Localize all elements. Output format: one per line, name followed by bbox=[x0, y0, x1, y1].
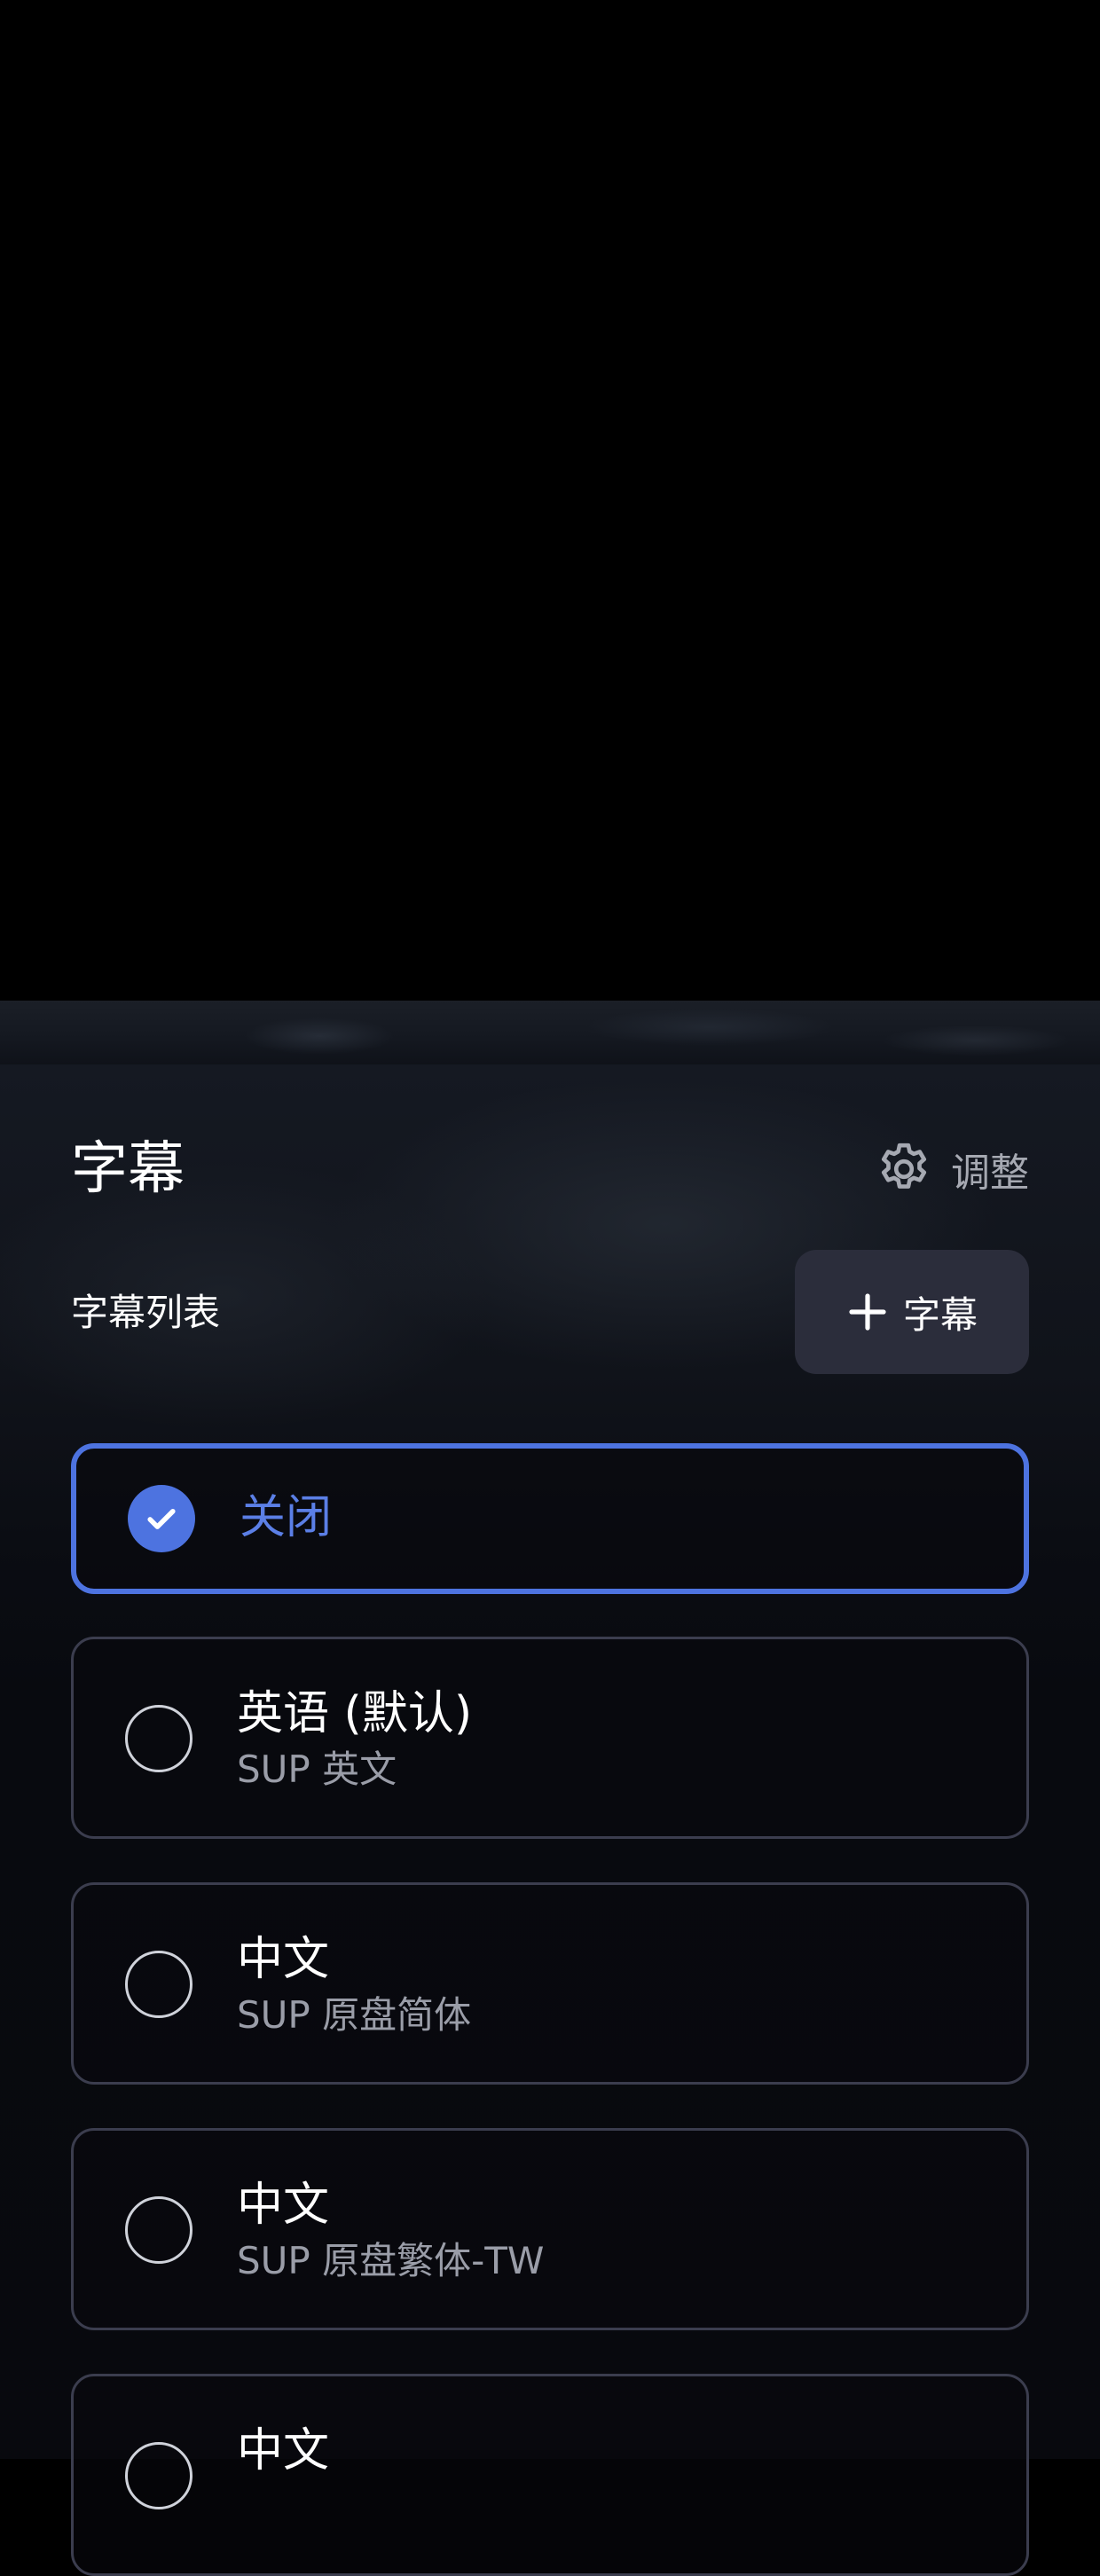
check-icon bbox=[147, 1509, 176, 1529]
video-backdrop bbox=[0, 1001, 1100, 1064]
option-title: 关闭 bbox=[240, 1491, 333, 1544]
option-title: 中文 bbox=[237, 2179, 330, 2232]
option-title: 中文 bbox=[237, 1933, 330, 1986]
adjust-label: 调整 bbox=[951, 1151, 1029, 1196]
adjust-button[interactable]: 调整 bbox=[873, 1137, 1029, 1201]
radio-unchecked bbox=[125, 2196, 192, 2264]
subtitle-option-off[interactable]: 关闭 bbox=[71, 1443, 1029, 1594]
option-title: 中文 bbox=[237, 2424, 330, 2478]
video-area[interactable] bbox=[0, 0, 1100, 1001]
radio-checked bbox=[128, 1485, 195, 1552]
option-subtitle: SUP 原盘简体 bbox=[237, 1993, 472, 2037]
option-subtitle: SUP 英文 bbox=[237, 1747, 397, 1791]
radio-unchecked bbox=[125, 2442, 192, 2509]
subtitle-list-label: 字幕列表 bbox=[71, 1291, 221, 1334]
subtitle-option[interactable]: 中文 SUP 原盘简体 bbox=[71, 1882, 1029, 2085]
subtitle-option[interactable]: 中文 bbox=[71, 2374, 1029, 2576]
plus-icon bbox=[846, 1291, 889, 1333]
subtitle-option[interactable]: 英语 (默认) SUP 英文 bbox=[71, 1637, 1029, 1839]
option-title: 英语 (默认) bbox=[237, 1687, 473, 1740]
option-subtitle: SUP 原盘繁体-TW bbox=[237, 2239, 545, 2282]
radio-unchecked bbox=[125, 1705, 192, 1772]
radio-unchecked bbox=[125, 1951, 192, 2018]
add-subtitle-button[interactable]: 字幕 bbox=[795, 1250, 1029, 1374]
add-subtitle-label: 字幕 bbox=[902, 1292, 978, 1337]
sheet-title: 字幕 bbox=[71, 1136, 185, 1202]
gear-icon bbox=[873, 1138, 935, 1200]
subtitle-option[interactable]: 中文 SUP 原盘繁体-TW bbox=[71, 2128, 1029, 2330]
